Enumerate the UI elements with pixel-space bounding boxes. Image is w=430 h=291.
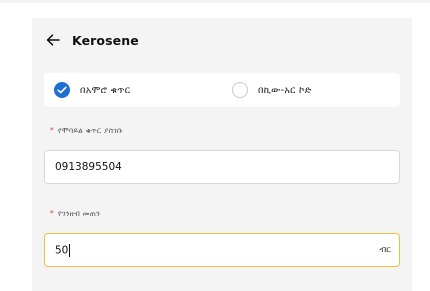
amount-field-label-text: የገንዘብ መጠን — [57, 209, 101, 218]
form-panel: Kerosene በአሞሮ ቁጥር በኪው-አር ኮድ * የሞባይል ቁጥር ያ… — [32, 18, 412, 291]
currency-suffix: ብር — [379, 245, 391, 255]
radio-option-qr[interactable]: በኪው-አር ኮድ — [232, 73, 311, 107]
phone-input-value: 0913895504 — [55, 161, 122, 173]
amount-value-text: 50 — [55, 244, 69, 256]
back-arrow-icon[interactable] — [44, 31, 62, 49]
phone-field-label-text: የሞባይል ቁጥር ያስገቡ — [57, 126, 123, 135]
top-divider — [0, 0, 430, 3]
text-caret — [69, 243, 71, 257]
radio-checked-icon[interactable] — [54, 82, 70, 98]
amount-input-value: 50 — [55, 243, 71, 257]
required-mark: * — [50, 126, 54, 135]
radio-option-phone[interactable]: በአሞሮ ቁጥር — [54, 73, 130, 107]
page-title: Kerosene — [72, 32, 139, 48]
required-mark: * — [50, 209, 54, 218]
radio-unchecked-icon[interactable] — [232, 82, 248, 98]
radio-label-phone: በአሞሮ ቁጥር — [80, 84, 131, 96]
phone-field-label: * የሞባይል ቁጥር ያስገቡ — [50, 126, 123, 136]
amount-input[interactable]: 50 ብር — [44, 233, 400, 267]
radio-label-qr: በኪው-አር ኮድ — [258, 84, 312, 96]
phone-input[interactable]: 0913895504 — [44, 150, 400, 184]
payment-type-selector: በአሞሮ ቁጥር በኪው-አር ኮድ — [44, 73, 400, 107]
amount-field-label: * የገንዘብ መጠን — [50, 209, 100, 219]
header: Kerosene — [44, 30, 139, 50]
